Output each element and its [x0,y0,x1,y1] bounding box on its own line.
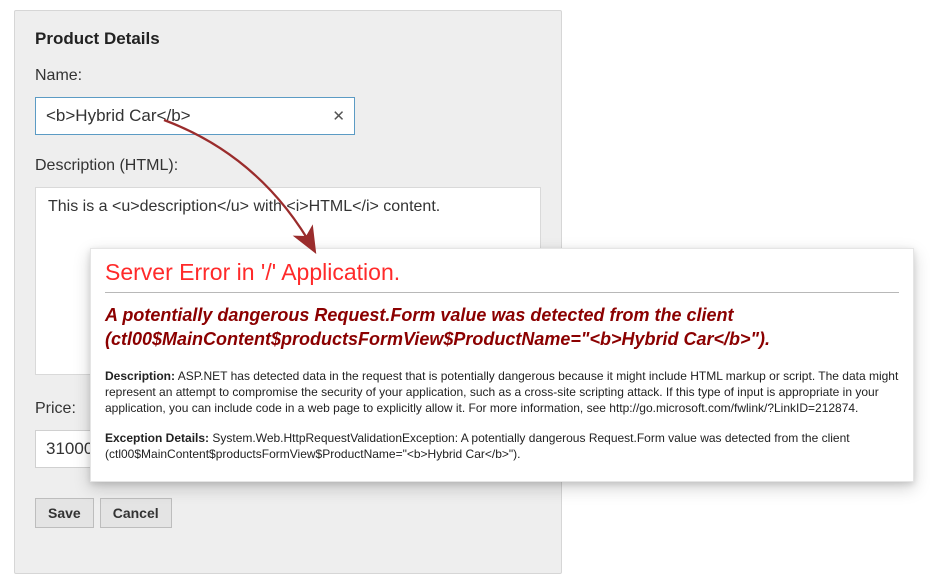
error-description-label: Description: [105,369,175,383]
error-description: Description: ASP.NET has detected data i… [105,368,899,417]
error-subhead: A potentially dangerous Request.Form val… [105,303,899,352]
cancel-button[interactable]: Cancel [100,498,172,528]
error-exception-label: Exception Details: [105,431,209,445]
name-input-wrap: ✕ [35,97,355,135]
name-label: Name: [35,67,541,85]
description-label: Description (HTML): [35,157,541,175]
clear-input-icon[interactable]: ✕ [332,107,345,125]
button-row: Save Cancel [35,498,541,528]
save-button[interactable]: Save [35,498,94,528]
server-error-card: Server Error in '/' Application. A poten… [90,248,914,482]
name-input[interactable] [35,97,355,135]
error-divider [105,292,899,293]
error-title: Server Error in '/' Application. [105,259,899,286]
panel-title: Product Details [35,29,541,49]
error-exception-text: System.Web.HttpRequestValidationExceptio… [105,431,850,461]
error-exception: Exception Details: System.Web.HttpReques… [105,430,899,462]
error-description-text: ASP.NET has detected data in the request… [105,369,898,415]
